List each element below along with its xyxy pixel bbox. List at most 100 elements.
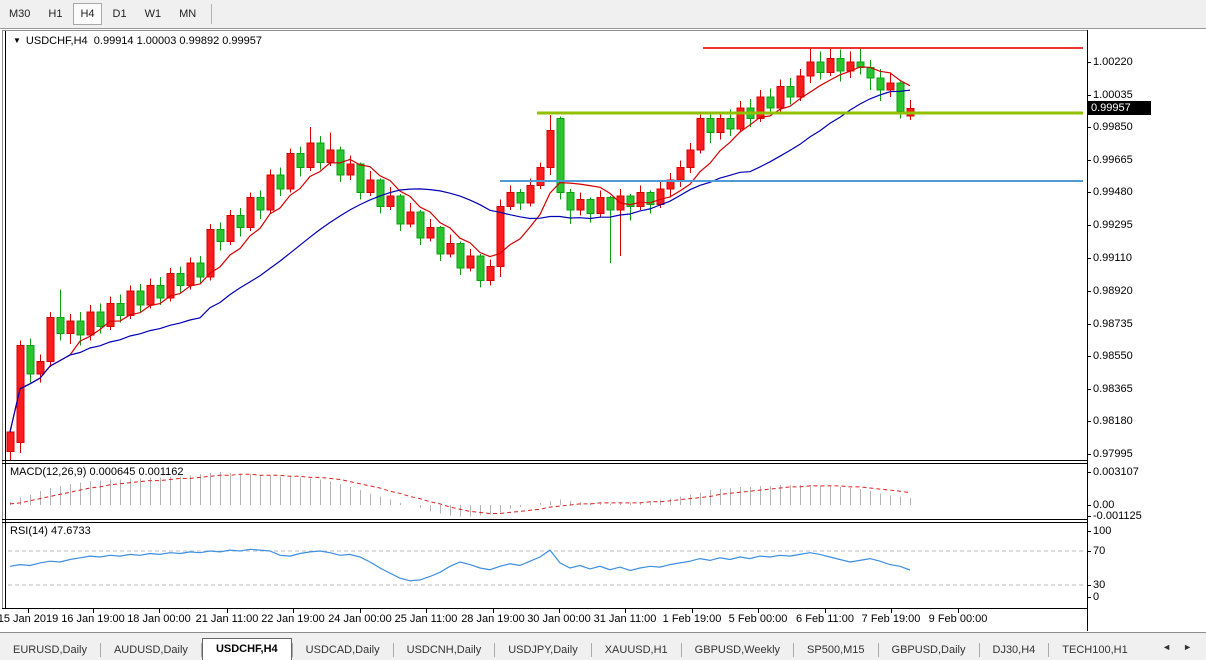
bull-candle-body <box>797 76 804 97</box>
date-axis[interactable]: 15 Jan 201916 Jan 19:0018 Jan 00:0021 Ja… <box>0 609 1087 631</box>
tab-gbpusd-weekly[interactable]: GBPUSD,Weekly <box>682 640 793 660</box>
bear-candle-body <box>297 154 304 168</box>
timeframe-button-h1[interactable]: H1 <box>41 3 69 25</box>
price-axis-label: 0.99850 <box>1093 121 1133 133</box>
price-axis-label: 0.99110 <box>1093 252 1132 264</box>
rsi-canvas[interactable] <box>6 523 1087 608</box>
tab-dj30-h4[interactable]: DJ30,H4 <box>980 640 1049 660</box>
bull-candle-body <box>467 256 474 268</box>
timeframe-button-d1[interactable]: D1 <box>106 3 134 25</box>
date-axis-label: 1 Feb 19:00 <box>663 613 722 625</box>
bear-candle-body <box>317 143 324 162</box>
bull-candle-body <box>717 118 724 132</box>
rsi-axis-tick <box>1087 551 1091 552</box>
bull-candle-body <box>347 164 354 175</box>
price-axis-tick <box>1087 324 1091 325</box>
date-axis-label: 25 Jan 11:00 <box>395 613 458 625</box>
current-price-badge: 0.99957 <box>1088 101 1151 115</box>
tab-usdcnh-daily[interactable]: USDCNH,Daily <box>394 640 495 660</box>
candles <box>7 48 914 460</box>
bull-candle-body <box>227 215 234 241</box>
bull-candle-body <box>637 192 644 206</box>
bull-candle-body <box>367 180 374 192</box>
bull-candle-body <box>427 228 434 239</box>
macd-axis-tick <box>1087 505 1091 506</box>
date-axis-label: 30 Jan 00:00 <box>527 613 591 625</box>
macd-histogram <box>11 472 911 517</box>
bull-candle-body <box>37 362 44 374</box>
date-axis-label: 16 Jan 19:00 <box>61 613 125 625</box>
bull-candle-body <box>547 131 554 168</box>
tab-eurusd-daily[interactable]: EURUSD,Daily <box>0 640 100 660</box>
date-axis-label: 9 Feb 00:00 <box>929 613 988 625</box>
tab-audusd-daily[interactable]: AUDUSD,Daily <box>101 640 201 660</box>
main-pane-bottom-border <box>2 460 1203 461</box>
bull-candle-body <box>657 189 664 205</box>
timeframe-button-m30[interactable]: M30 <box>2 3 37 25</box>
chart-title: ▼ USDCHF,H4 0.99914 1.00003 0.99892 0.999… <box>13 35 262 47</box>
tab-scroll-right-icon[interactable]: ► <box>1177 642 1198 652</box>
price-axis-label: 0.98735 <box>1093 318 1133 330</box>
bear-candle-body <box>217 229 224 241</box>
bear-candle-body <box>727 118 734 129</box>
rsi-axis-tick <box>1087 585 1091 586</box>
tab-scroll-left-icon[interactable]: ◄ <box>1156 642 1177 652</box>
bear-candle-body <box>137 291 144 305</box>
bull-candle-body <box>537 168 544 186</box>
price-axis[interactable]: 1.002201.000350.998500.996650.994800.992… <box>1088 30 1203 631</box>
bull-candle-body <box>147 286 154 305</box>
tab-usdcad-daily[interactable]: USDCAD,Daily <box>293 640 393 660</box>
chart-symbol: USDCHF,H4 <box>26 35 88 47</box>
price-axis-tick <box>1087 291 1091 292</box>
bull-candle-body <box>507 192 514 206</box>
bull-candle-body <box>387 196 394 207</box>
symbol-dropdown-icon[interactable]: ▼ <box>13 36 21 45</box>
rsi-axis-tick <box>1087 597 1091 598</box>
bull-candle-body <box>87 312 94 335</box>
bear-candle-body <box>117 303 124 315</box>
macd-axis-tick <box>1087 516 1091 517</box>
date-axis-label: 28 Jan 19:00 <box>461 613 525 625</box>
date-axis-label: 24 Jan 00:00 <box>328 613 392 625</box>
tab-xauusd-h1[interactable]: XAUUSD,H1 <box>592 640 681 660</box>
mt4-chart-window: M30H1H4D1W1MN ▼ USDCHF,H4 0.99914 1.00003… <box>0 0 1206 660</box>
price-axis-tick <box>1087 258 1091 259</box>
bear-candle-body <box>157 286 164 298</box>
tab-usdchf-h4[interactable]: USDCHF,H4 <box>202 638 292 660</box>
rsi-axis-label: 70 <box>1093 545 1105 557</box>
price-axis-tick <box>1087 356 1091 357</box>
macd-axis-tick <box>1087 472 1091 473</box>
timeframe-button-h4[interactable]: H4 <box>73 3 101 25</box>
tab-tech100-h1[interactable]: TECH100,H1 <box>1049 640 1140 660</box>
bear-candle-body <box>97 312 104 326</box>
timeframe-button-mn[interactable]: MN <box>172 3 203 25</box>
chart-ohlc-values: 0.99914 1.00003 0.99892 0.99957 <box>94 35 262 47</box>
bear-candle-body <box>77 321 84 335</box>
price-axis-label: 0.99480 <box>1093 186 1133 198</box>
bear-candle-body <box>397 196 404 224</box>
macd-indicator-label: MACD(12,26,9) 0.000645 0.001162 <box>10 466 184 478</box>
bull-candle-body <box>677 168 684 180</box>
date-axis-label: 5 Feb 00:00 <box>729 613 788 625</box>
bear-candle-body <box>477 256 484 281</box>
main-chart-canvas[interactable] <box>6 30 1087 460</box>
bear-candle-body <box>417 212 424 238</box>
date-axis-label: 6 Feb 11:00 <box>796 613 854 625</box>
bull-candle-body <box>7 432 14 451</box>
bear-candle-body <box>767 97 774 108</box>
macd-name: MACD(12,26,9) <box>10 466 86 478</box>
timeframe-button-w1[interactable]: W1 <box>138 3 169 25</box>
price-axis-tick <box>1087 160 1091 161</box>
price-axis-tick <box>1087 389 1091 390</box>
tab-gbpusd-daily[interactable]: GBPUSD,Daily <box>879 640 979 660</box>
price-axis-label: 0.98550 <box>1093 350 1133 362</box>
bull-candle-body <box>17 346 24 443</box>
tab-usdjpy-daily[interactable]: USDJPY,Daily <box>495 640 591 660</box>
tab-sp500-m15[interactable]: SP500,M15 <box>794 640 877 660</box>
rsi-axis-label: 0 <box>1093 591 1099 603</box>
bear-candle-body <box>817 62 824 73</box>
bear-candle-body <box>277 175 284 189</box>
macd-axis-label: -0.001125 <box>1093 510 1142 522</box>
bear-candle-body <box>517 192 524 203</box>
bear-candle-body <box>197 263 204 277</box>
